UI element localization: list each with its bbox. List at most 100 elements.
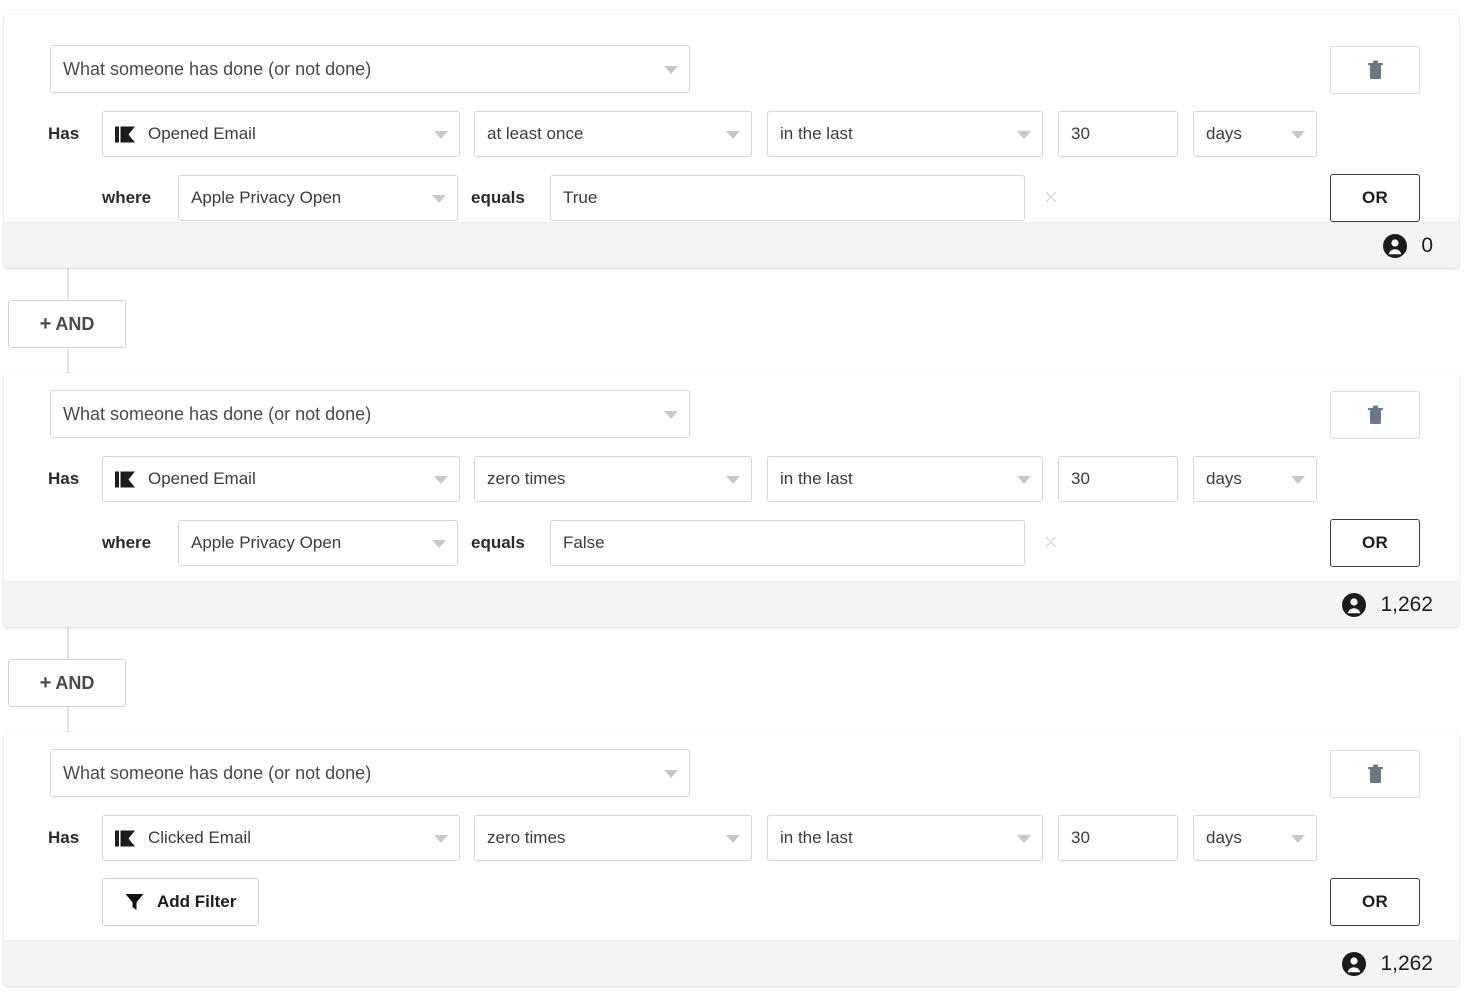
group-3-amount-value: 30 xyxy=(1071,828,1090,848)
chevron-down-icon xyxy=(726,835,740,843)
add-and-label-1: AND xyxy=(55,314,94,335)
chevron-down-icon xyxy=(664,770,678,778)
group-2-type-select[interactable]: What someone has done (or not done) xyxy=(50,390,690,438)
group-2-filter-value-input[interactable]: False xyxy=(550,520,1025,566)
group-3-frequency-value: zero times xyxy=(487,828,565,848)
group-3-timeframe-select[interactable]: in the last xyxy=(767,815,1043,861)
group-1-equals-label: equals xyxy=(471,175,525,221)
group-1-filter-property-value: Apple Privacy Open xyxy=(191,188,341,208)
group-3-frequency-select[interactable]: zero times xyxy=(474,815,752,861)
group-2-event-value: Opened Email xyxy=(148,469,256,489)
open-email-icon xyxy=(115,471,137,488)
group-1-event-select[interactable]: Opened Email xyxy=(102,111,460,157)
group-1-filter-value-input[interactable]: True xyxy=(550,175,1025,221)
group-1-or-button[interactable]: OR xyxy=(1330,174,1420,222)
group-1-frequency-value: at least once xyxy=(487,124,583,144)
segment-builder: What someone has done (or not done) Has … xyxy=(0,0,1478,1004)
chevron-down-icon xyxy=(726,131,740,139)
group-2-unit-value: days xyxy=(1206,469,1242,489)
group-2-or-button[interactable]: OR xyxy=(1330,519,1420,567)
chevron-down-icon xyxy=(664,411,678,419)
group-1-count: 0 xyxy=(1382,233,1433,259)
condition-group-2-body: What someone has done (or not done) Has … xyxy=(4,373,1459,581)
group-2-filter-property-select[interactable]: Apple Privacy Open xyxy=(178,520,458,566)
funnel-icon xyxy=(125,893,144,911)
add-and-button-2[interactable]: + AND xyxy=(8,659,126,707)
plus-icon: + xyxy=(40,313,52,336)
group-2-footer: 1,262 xyxy=(4,581,1459,627)
person-icon xyxy=(1341,951,1367,977)
group-2-count: 1,262 xyxy=(1341,592,1433,618)
group-2-frequency-select[interactable]: zero times xyxy=(474,456,752,502)
condition-group-3: What someone has done (or not done) Has … xyxy=(4,732,1459,986)
condition-group-1: What someone has done (or not done) Has … xyxy=(4,14,1459,268)
plus-icon: + xyxy=(40,672,52,695)
group-1-frequency-select[interactable]: at least once xyxy=(474,111,752,157)
group-3-or-button[interactable]: OR xyxy=(1330,878,1420,926)
trash-icon xyxy=(1367,60,1384,80)
group-2-where-label: where xyxy=(102,520,151,566)
chevron-down-icon xyxy=(1291,835,1305,843)
group-1-type-select[interactable]: What someone has done (or not done) xyxy=(50,45,690,93)
trash-icon xyxy=(1367,405,1384,425)
group-3-type-select[interactable]: What someone has done (or not done) xyxy=(50,749,690,797)
group-1-event-value: Opened Email xyxy=(148,124,256,144)
group-1-filter-clear-icon[interactable]: × xyxy=(1038,175,1064,221)
group-1-amount-input[interactable]: 30 xyxy=(1058,111,1178,157)
chevron-down-icon xyxy=(432,195,446,203)
group-2-amount-input[interactable]: 30 xyxy=(1058,456,1178,502)
group-2-delete-button[interactable] xyxy=(1330,391,1420,439)
group-1-has-label: Has xyxy=(48,111,79,157)
group-3-footer: 1,262 xyxy=(4,940,1459,986)
group-1-unit-select[interactable]: days xyxy=(1193,111,1317,157)
person-icon xyxy=(1382,233,1408,259)
group-2-timeframe-select[interactable]: in the last xyxy=(767,456,1043,502)
group-2-frequency-value: zero times xyxy=(487,469,565,489)
group-2-event-select[interactable]: Opened Email xyxy=(102,456,460,502)
chevron-down-icon xyxy=(434,835,448,843)
add-and-button-1[interactable]: + AND xyxy=(8,300,126,348)
condition-group-3-body: What someone has done (or not done) Has … xyxy=(4,732,1459,940)
group-2-filter-clear-icon[interactable]: × xyxy=(1038,520,1064,566)
group-2-equals-label: equals xyxy=(471,520,525,566)
add-filter-label: Add Filter xyxy=(157,892,236,912)
trash-icon xyxy=(1367,764,1384,784)
group-2-has-label: Has xyxy=(48,456,79,502)
group-3-has-label: Has xyxy=(48,815,79,861)
chevron-down-icon xyxy=(1017,835,1031,843)
open-email-icon xyxy=(115,126,137,143)
add-filter-button[interactable]: Add Filter xyxy=(102,878,259,926)
group-3-count: 1,262 xyxy=(1341,951,1433,977)
chevron-down-icon xyxy=(432,540,446,548)
chevron-down-icon xyxy=(664,66,678,74)
group-3-amount-input[interactable]: 30 xyxy=(1058,815,1178,861)
group-1-timeframe-value: in the last xyxy=(780,124,853,144)
group-1-timeframe-select[interactable]: in the last xyxy=(767,111,1043,157)
group-1-delete-button[interactable] xyxy=(1330,46,1420,94)
group-1-filter-value: True xyxy=(563,188,597,208)
group-2-filter-value: False xyxy=(563,533,605,553)
chevron-down-icon xyxy=(434,131,448,139)
group-3-type-select-value: What someone has done (or not done) xyxy=(63,763,371,784)
group-2-count-value: 1,262 xyxy=(1380,593,1433,617)
group-1-unit-value: days xyxy=(1206,124,1242,144)
group-1-amount-value: 30 xyxy=(1071,124,1090,144)
group-1-where-label: where xyxy=(102,175,151,221)
open-email-icon xyxy=(115,830,137,847)
add-and-label-2: AND xyxy=(55,673,94,694)
group-3-unit-select[interactable]: days xyxy=(1193,815,1317,861)
group-3-timeframe-value: in the last xyxy=(780,828,853,848)
condition-group-2: What someone has done (or not done) Has … xyxy=(4,373,1459,627)
group-2-unit-select[interactable]: days xyxy=(1193,456,1317,502)
group-1-count-value: 0 xyxy=(1421,234,1433,258)
group-3-count-value: 1,262 xyxy=(1380,952,1433,976)
group-3-event-select[interactable]: Clicked Email xyxy=(102,815,460,861)
group-2-amount-value: 30 xyxy=(1071,469,1090,489)
group-1-footer: 0 xyxy=(4,222,1459,268)
group-2-type-select-value: What someone has done (or not done) xyxy=(63,404,371,425)
chevron-down-icon xyxy=(1291,476,1305,484)
group-1-filter-property-select[interactable]: Apple Privacy Open xyxy=(178,175,458,221)
group-3-event-value: Clicked Email xyxy=(148,828,251,848)
group-3-unit-value: days xyxy=(1206,828,1242,848)
group-3-delete-button[interactable] xyxy=(1330,750,1420,798)
